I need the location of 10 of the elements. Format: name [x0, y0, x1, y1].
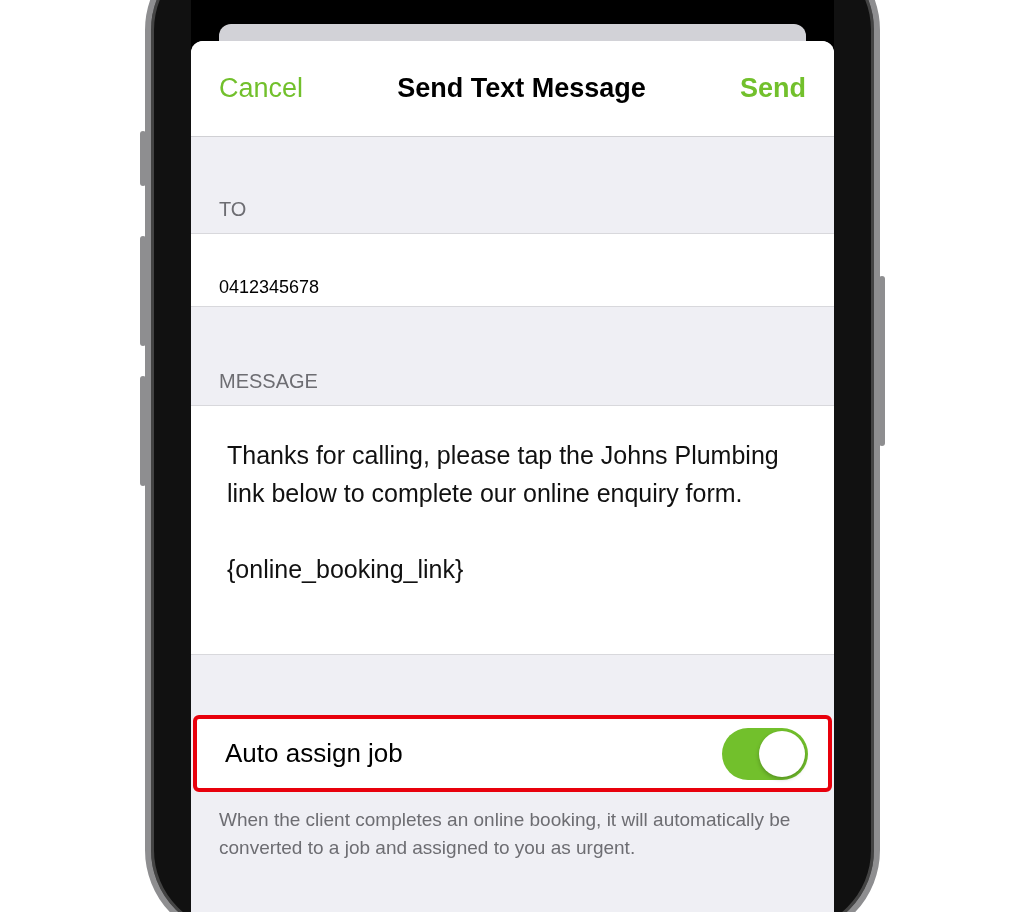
- message-text: Thanks for calling, please tap the Johns Plumbing link below to complete our online enquiry form.: [227, 440, 780, 509]
- recipient-field[interactable]: 0412345678: [191, 233, 834, 307]
- message-text: {online_booking_link}: [227, 554, 465, 585]
- footer-note: When the client completes an online booking, it will automatically be converted to a job and assigned to you as urgent.: [219, 808, 792, 860]
- message-field[interactable]: Thanks for calling, please tap the Johns Plumbing link below to complete our online enquiry form. {online_booking_link}: [191, 405, 834, 655]
- toggle-label: Auto assign job: [225, 738, 403, 769]
- section-header: TO: [219, 198, 247, 221]
- section-header: MESSAGE: [219, 370, 318, 393]
- toggle-switch[interactable]: [722, 727, 808, 780]
- sheet-title: Send Text Message: [397, 73, 646, 104]
